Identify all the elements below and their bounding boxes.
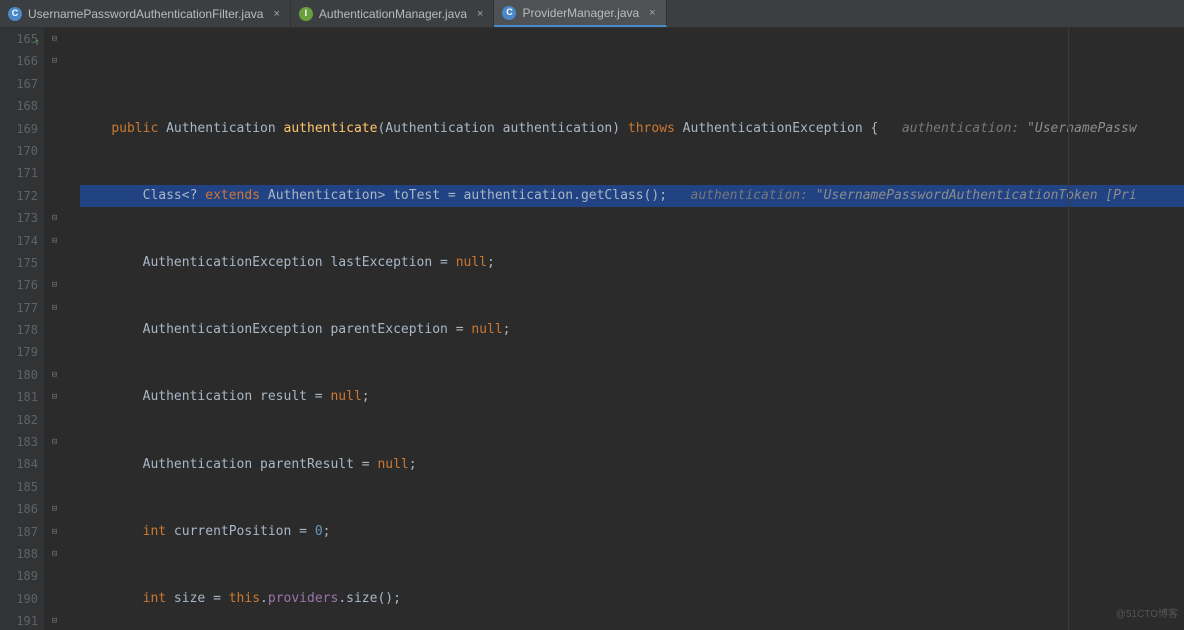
code-line: Authentication result = null; [80,386,1184,408]
inlay-hint: authentication: [902,121,1019,136]
line-number: 165↑ [0,28,38,50]
line-number: 186 [0,498,38,520]
code-line: int size = this.providers.size(); [80,588,1184,610]
line-number: 166 [0,50,38,72]
line-number: 172 [0,185,38,207]
tab-label: AuthenticationManager.java [319,7,467,21]
line-number: 185 [0,476,38,498]
line-number: 176 [0,274,38,296]
code-editor[interactable]: 165↑166167168169170171172173174175176177… [0,28,1184,630]
line-number: 179 [0,341,38,363]
fold-toggle-icon[interactable]: ⊟ [50,237,59,246]
tab-label: ProviderManager.java [522,6,639,20]
interface-icon: I [299,7,313,21]
inlay-hint: authentication: [691,188,808,203]
code-area[interactable]: public Authentication authenticate(Authe… [80,28,1184,630]
fold-gutter: ⊟ ⊟ ⊟ ⊟ ⊟ ⊟ ⊟ ⊟ ⊟ ⊟ ⊟ ⊟ ⊟ [44,28,80,630]
close-icon[interactable]: × [477,8,483,20]
fold-toggle-icon[interactable]: ⊟ [50,550,59,559]
line-number: 173 [0,207,38,229]
code-line: Authentication parentResult = null; [80,454,1184,476]
line-number: 188 [0,543,38,565]
fold-toggle-icon[interactable]: ⊟ [50,57,59,66]
line-number-gutter: 165↑166167168169170171172173174175176177… [0,28,44,630]
fold-toggle-icon[interactable]: ⊟ [50,505,59,514]
tab-label: UsernamePasswordAuthenticationFilter.jav… [28,7,263,21]
editor-tabbar: C UsernamePasswordAuthenticationFilter.j… [0,0,1184,28]
line-number: 190 [0,588,38,610]
line-number: 178 [0,319,38,341]
fold-toggle-icon[interactable]: ⊟ [50,528,59,537]
line-number: 174 [0,230,38,252]
code-line: AuthenticationException lastException = … [80,252,1184,274]
line-number: 183 [0,431,38,453]
line-number: 181 [0,386,38,408]
line-number: 175 [0,252,38,274]
code-line: int currentPosition = 0; [80,521,1184,543]
fold-toggle-icon[interactable]: ⊟ [50,304,59,313]
inlay-hint-value: "UsernamePasswordAuthenticationToken [Pr… [816,188,1137,203]
fold-toggle-icon[interactable]: ⊟ [50,214,59,223]
tab-file-3[interactable]: C ProviderManager.java × [494,0,666,27]
close-icon[interactable]: × [273,8,279,20]
code-line: AuthenticationException parentException … [80,319,1184,341]
line-number: 180 [0,364,38,386]
code-line: public Authentication authenticate(Authe… [80,118,1184,140]
inlay-hint-value: "UsernamePassw [1027,121,1137,136]
line-number: 182 [0,409,38,431]
class-icon: C [8,7,22,21]
tab-file-2[interactable]: I AuthenticationManager.java × [291,0,495,27]
line-number: 191 [0,610,38,630]
fold-toggle-icon[interactable]: ⊟ [50,281,59,290]
fold-toggle-icon[interactable]: ⊟ [50,438,59,447]
line-number: 187 [0,521,38,543]
class-icon: C [502,6,516,20]
fold-toggle-icon[interactable]: ⊟ [50,617,59,626]
fold-toggle-icon[interactable]: ⊟ [50,393,59,402]
watermark: @51CTO博客 [1116,604,1178,626]
line-number: 168 [0,95,38,117]
line-number: 184 [0,453,38,475]
line-number: 169 [0,118,38,140]
fold-toggle-icon[interactable]: ⊟ [50,371,59,380]
fold-toggle-icon[interactable]: ⊟ [50,35,59,44]
line-number: 167 [0,73,38,95]
tab-file-1[interactable]: C UsernamePasswordAuthenticationFilter.j… [0,0,291,27]
close-icon[interactable]: × [649,7,655,19]
code-line: Class<? extends Authentication> toTest =… [80,185,1184,207]
line-number: 171 [0,162,38,184]
line-number: 189 [0,565,38,587]
line-number: 170 [0,140,38,162]
line-number: 177 [0,297,38,319]
